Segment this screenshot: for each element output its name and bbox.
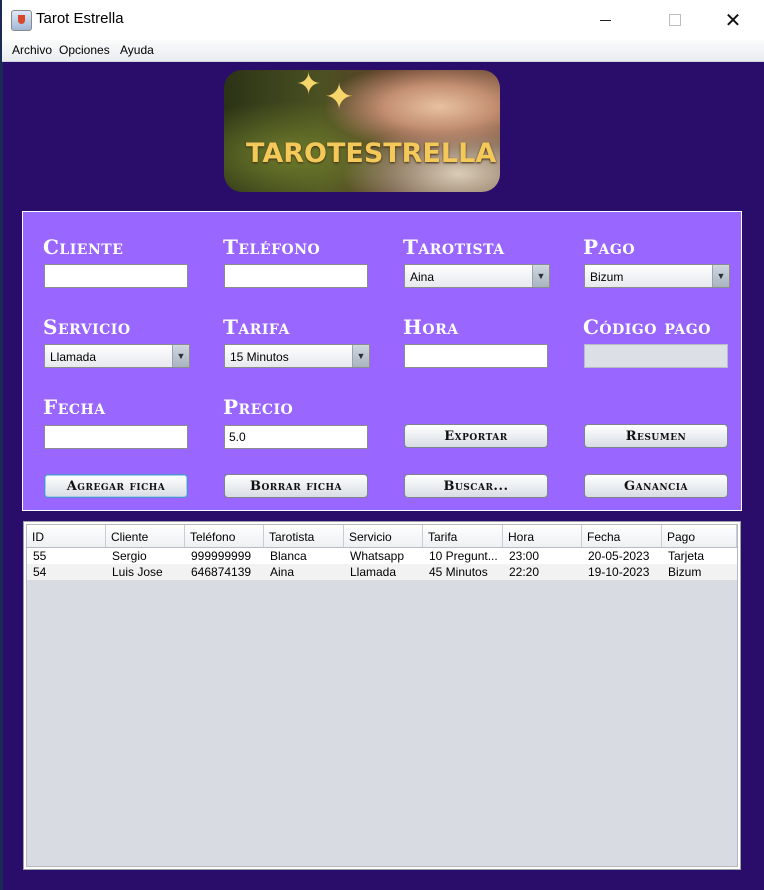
cliente-label: Cliente: [43, 235, 124, 259]
column-header[interactable]: Teléfono: [185, 525, 264, 547]
tarotista-value: Aina: [410, 270, 435, 284]
table-cell: Blanca: [270, 549, 307, 563]
codigo-pago-input: [584, 344, 728, 368]
tarifa-label: Tarifa: [223, 315, 290, 339]
buscar-button[interactable]: Buscar...: [404, 474, 548, 498]
dropdown-arrow-icon[interactable]: ▼: [712, 265, 729, 287]
dropdown-arrow-icon[interactable]: ▼: [532, 265, 549, 287]
codigo-pago-label: Código pago: [583, 315, 711, 339]
table-cell: 999999999: [191, 549, 252, 563]
banner-image: ✦ ✦ TAROTESTRELLA: [224, 70, 500, 192]
table-header: ID Cliente Teléfono Tarotista Servicio Tarifa…: [27, 525, 737, 548]
servicio-select[interactable]: Llamada ▼: [44, 344, 190, 368]
column-header[interactable]: ID: [27, 525, 106, 547]
tarotista-select[interactable]: Aina ▼: [404, 264, 550, 288]
java-app-icon: [11, 10, 32, 31]
servicio-value: Llamada: [50, 350, 97, 364]
cliente-input[interactable]: [44, 264, 188, 288]
servicio-label: Servicio: [43, 315, 131, 339]
hora-input[interactable]: [404, 344, 548, 368]
menu-opciones[interactable]: Opciones: [59, 43, 110, 57]
table-cell: Tarjeta: [668, 549, 705, 563]
exportar-button[interactable]: Exportar: [404, 424, 548, 448]
maximize-icon: [669, 14, 681, 26]
column-header[interactable]: Pago: [662, 525, 737, 547]
column-header[interactable]: Tarotista: [264, 525, 344, 547]
borrar-ficha-button[interactable]: Borrar ficha: [224, 474, 368, 498]
window-title: Tarot Estrella: [36, 10, 124, 27]
star-icon: ✦: [296, 70, 322, 102]
menu-bar: Archivo Opciones Ayuda: [2, 40, 764, 62]
table-cell: Bizum: [668, 565, 702, 579]
fecha-label: Fecha: [43, 395, 106, 419]
column-header[interactable]: Hora: [503, 525, 582, 547]
table-row[interactable]: 54 Luis Jose 646874139 Aina Llamada 45 Minuto…: [27, 564, 737, 580]
fecha-input[interactable]: [44, 425, 188, 449]
telefono-label: Teléfono: [223, 235, 321, 259]
table-cell: 23:00: [509, 549, 540, 563]
hora-label: Hora: [403, 315, 459, 339]
close-icon: ✕: [724, 8, 742, 32]
close-button[interactable]: ✕: [704, 0, 762, 40]
table-cell: 19-10-2023: [588, 565, 650, 579]
dropdown-arrow-icon[interactable]: ▼: [172, 345, 189, 367]
table-row[interactable]: 55 Sergio 999999999 Blanca Whatsapp 10 Pregun…: [27, 548, 737, 564]
agregar-ficha-button[interactable]: Agregar ficha: [44, 474, 188, 498]
title-bar: Tarot Estrella ✕: [2, 0, 764, 40]
minimize-button[interactable]: [576, 0, 634, 40]
table-cell: Luis Jose: [112, 565, 163, 579]
table-cell: 646874139: [191, 565, 252, 579]
app-window: Tarot Estrella ✕ Archivo Opciones Ayuda …: [2, 0, 764, 890]
table-cell: 10 Pregunt...: [429, 549, 498, 563]
tarifa-value: 15 Minutos: [230, 350, 289, 364]
pago-value: Bizum: [590, 270, 624, 284]
tarifa-select[interactable]: 15 Minutos ▼: [224, 344, 370, 368]
column-header[interactable]: Cliente: [106, 525, 185, 547]
column-header[interactable]: Fecha: [582, 525, 662, 547]
menu-ayuda[interactable]: Ayuda: [120, 43, 154, 57]
table-cell: 20-05-2023: [588, 549, 650, 563]
table-cell: 55: [33, 549, 47, 563]
star-icon: ✦: [324, 77, 355, 118]
minimize-icon: [599, 19, 611, 21]
banner-logo-text: TAROTESTRELLA: [246, 138, 497, 169]
maximize-button[interactable]: [646, 0, 704, 40]
resumen-button[interactable]: Resumen: [584, 424, 728, 448]
tarotista-label: Tarotista: [403, 235, 505, 259]
table-cell: Llamada: [350, 565, 397, 579]
fichas-table: ID Cliente Teléfono Tarotista Servicio Tarifa…: [23, 521, 741, 870]
column-header[interactable]: Servicio: [344, 525, 423, 547]
table-cell: 54: [33, 565, 47, 579]
table-cell: 22:20: [509, 565, 540, 579]
pago-select[interactable]: Bizum ▼: [584, 264, 730, 288]
form-panel: Cliente Teléfono Tarotista Aina ▼ Pago B…: [22, 211, 742, 511]
table-cell: Whatsapp: [350, 549, 405, 563]
table-viewport: ID Cliente Teléfono Tarotista Servicio Tarifa…: [26, 524, 738, 867]
precio-input[interactable]: 5.0: [224, 425, 368, 449]
pago-label: Pago: [583, 235, 636, 259]
column-header[interactable]: Tarifa: [423, 525, 503, 547]
menu-archivo[interactable]: Archivo: [12, 43, 52, 57]
table-cell: Aina: [270, 565, 295, 579]
dropdown-arrow-icon[interactable]: ▼: [352, 345, 369, 367]
ganancia-button[interactable]: Ganancia: [584, 474, 728, 498]
table-cell: Sergio: [112, 549, 147, 563]
precio-label: Precio: [223, 395, 294, 419]
table-cell: 45 Minutos: [429, 565, 488, 579]
telefono-input[interactable]: [224, 264, 368, 288]
